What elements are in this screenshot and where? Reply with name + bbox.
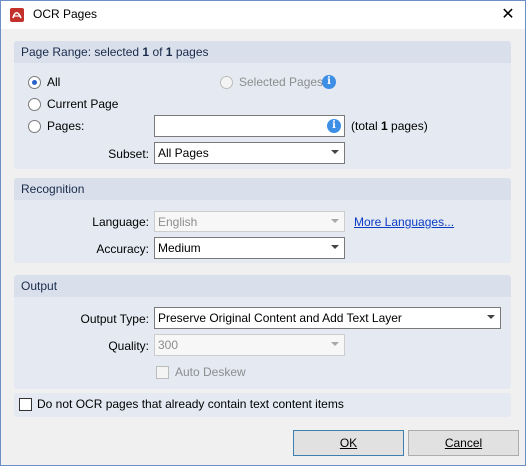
quality-select[interactable]: 300 [154,334,345,356]
more-languages-link[interactable]: More Languages... [354,215,454,229]
pdf-app-icon [10,8,24,22]
ocr-pages-dialog: OCR Pages ✕ Page Range: selected 1 of 1 … [0,0,526,466]
all-radio[interactable] [28,76,41,89]
close-icon[interactable]: ✕ [491,1,525,29]
subset-label: Subset: [108,147,149,161]
page-range-title: Page Range: selected 1 of 1 pages [21,45,209,59]
accuracy-select[interactable]: Medium [154,237,345,259]
language-select[interactable]: English [154,211,345,232]
page-range-header: Page Range: selected 1 of 1 pages [14,41,511,63]
output-type-select[interactable]: Preserve Original Content and Add Text L… [154,307,501,329]
auto-deskew-label: Auto Deskew [175,365,246,379]
skip-text-pages-label: Do not OCR pages that already contain te… [37,397,344,411]
output-type-label: Output Type: [80,312,150,326]
recognition-title: Recognition [21,182,85,196]
cancel-button[interactable]: Cancel [408,430,519,456]
all-label: All [47,75,61,89]
auto-deskew-checkbox[interactable] [156,366,169,379]
chevron-down-icon [487,315,495,319]
output-group: Output [14,275,511,389]
total-pages-text: (total 1 pages) [351,119,428,133]
chevron-down-icon [331,342,339,346]
output-title: Output [21,279,58,293]
subset-select[interactable]: All Pages [154,142,345,164]
selected-pages-info-icon[interactable]: i [322,75,336,89]
selected-pages-radio[interactable] [220,76,233,89]
current-page-radio[interactable] [28,98,41,111]
chevron-down-icon [331,219,339,223]
quality-label: Quality: [108,339,149,353]
skip-text-pages-checkbox[interactable] [19,398,32,411]
selected-pages-label: Selected Pages [239,75,324,89]
pages-info-icon[interactable]: i [327,119,341,133]
accuracy-label: Accuracy: [96,242,149,256]
window-title: OCR Pages [33,7,98,21]
chevron-down-icon [331,245,339,249]
ok-button[interactable]: OK [293,430,404,456]
current-page-label: Current Page [47,97,119,111]
pages-radio[interactable] [28,120,41,133]
output-header: Output [14,275,511,297]
chevron-down-icon [331,150,339,154]
pages-label: Pages: [47,119,85,133]
language-label: Language: [92,215,149,229]
recognition-header: Recognition [14,178,511,200]
title-bar: OCR Pages ✕ [1,1,525,29]
pages-input[interactable]: i [154,115,345,137]
